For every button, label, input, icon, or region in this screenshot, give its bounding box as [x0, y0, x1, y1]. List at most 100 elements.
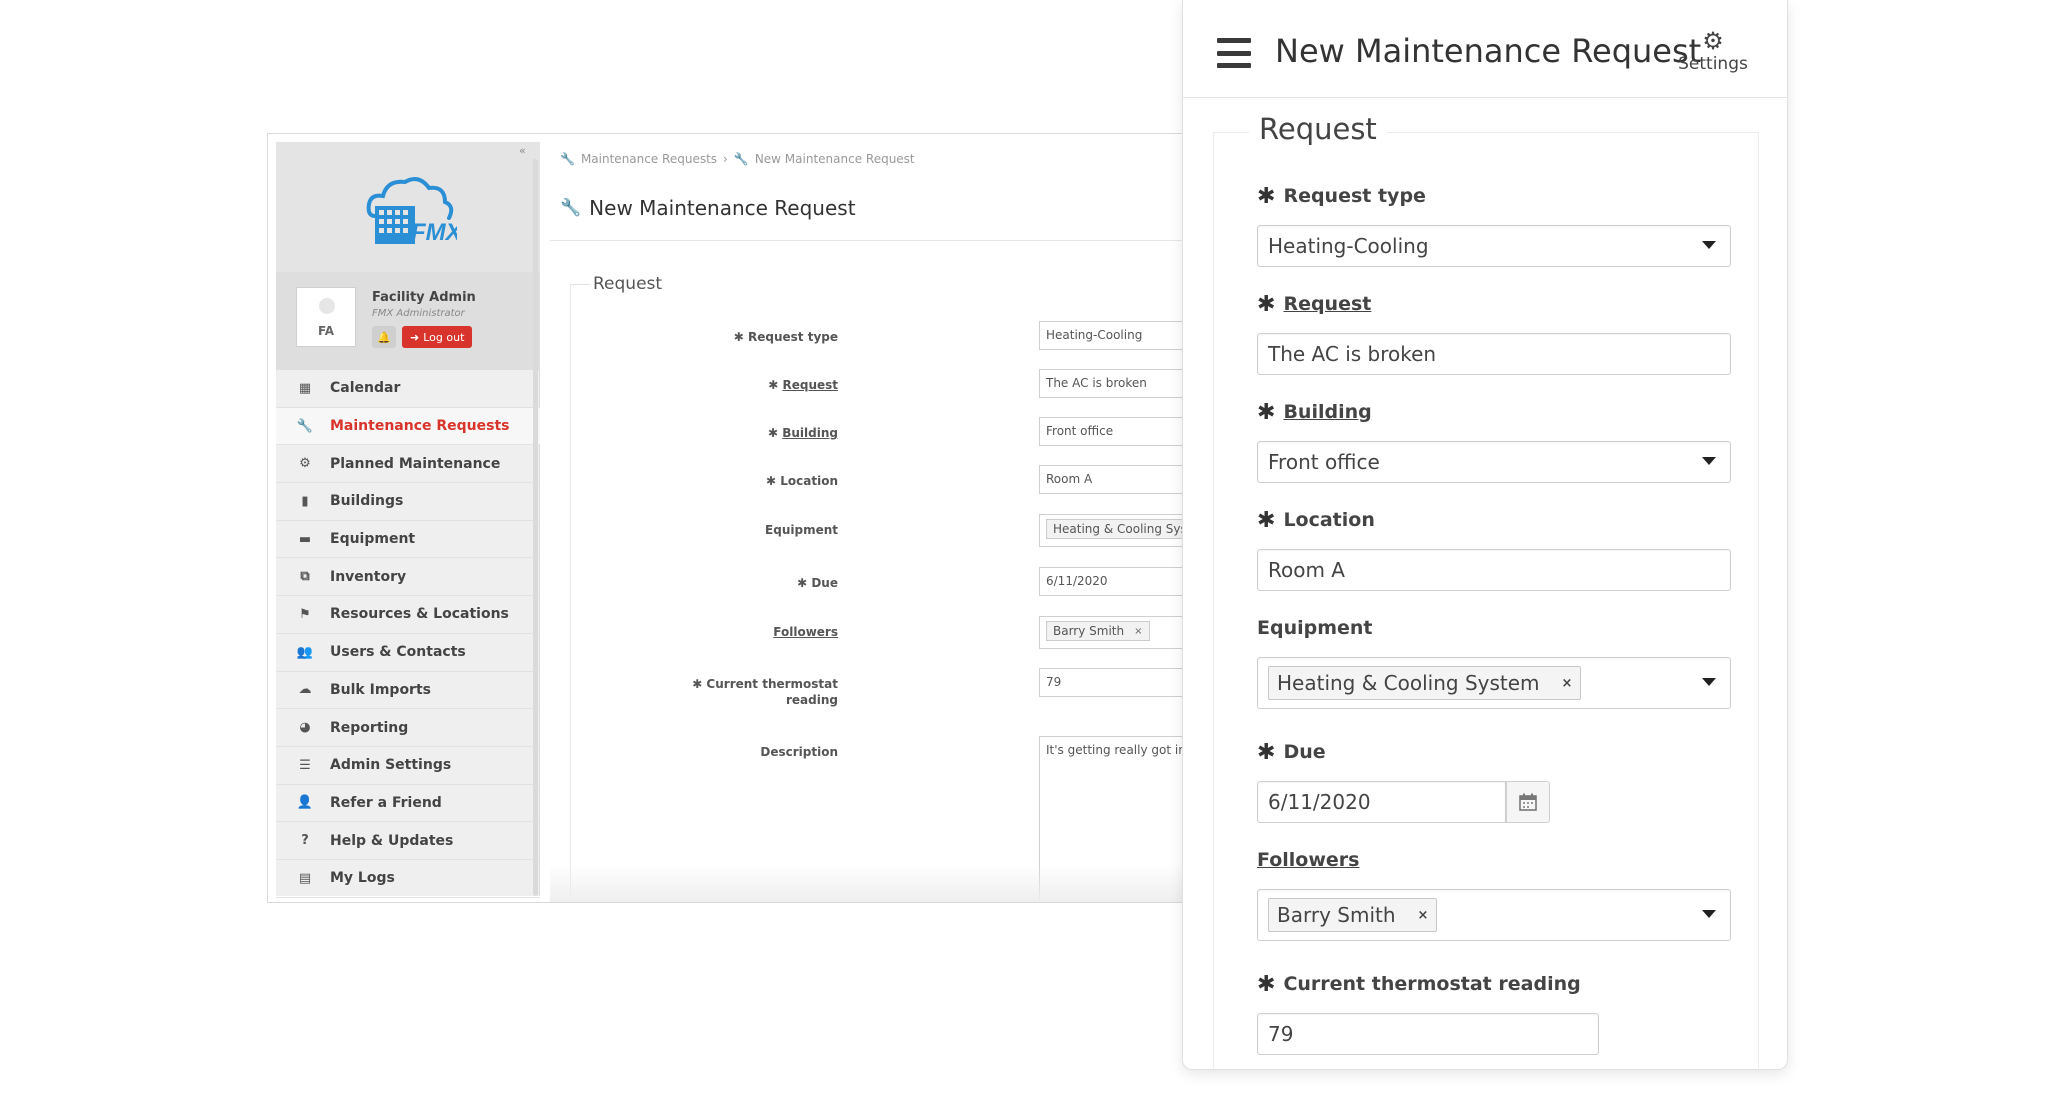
wrench-icon: 🔧 [733, 152, 749, 166]
sidebar-item-label: My Logs [330, 870, 395, 887]
request-input[interactable]: The AC is broken [1257, 333, 1731, 375]
select-value: Heating-Cooling [1268, 234, 1429, 258]
sidebar-item-bulk-imports[interactable]: ☁ Bulk Imports [276, 672, 540, 710]
desktop-app-window: FMX FA Facility Admin FMX Administrator … [267, 133, 1267, 903]
sidebar-item-label: Planned Maintenance [330, 455, 501, 472]
sidebar-item-admin-settings[interactable]: ☰ Admin Settings [276, 747, 540, 785]
sidebar: FMX FA Facility Admin FMX Administrator … [276, 142, 540, 898]
request-type-select[interactable]: Heating-Cooling [1257, 225, 1731, 267]
sidebar-item-label: Users & Contacts [330, 644, 466, 661]
logout-button[interactable]: ➜ Log out [402, 326, 473, 348]
sidebar-item-my-logs[interactable]: ▤ My Logs [276, 860, 540, 898]
bell-icon: 🔔 [377, 330, 391, 344]
book-icon: ▤ [298, 870, 312, 886]
mobile-header: New Maintenance Request ⚙ Settings [1183, 0, 1787, 98]
input-value: The AC is broken [1268, 342, 1437, 366]
follower-chip: Barry Smith × [1268, 898, 1438, 932]
sidebar-item-buildings[interactable]: ▮ Buildings [276, 483, 540, 521]
sidebar-item-label: Resources & Locations [330, 606, 509, 623]
user-profile: FA Facility Admin FMX Administrator 🔔 ➜ … [276, 272, 540, 370]
notifications-button[interactable]: 🔔 [372, 326, 396, 348]
wrench-icon: 🔧 [560, 198, 582, 218]
gear-icon: ⚙ [1702, 27, 1724, 55]
logo-text: FMX [411, 219, 457, 246]
request-type-field: ✱ Request type Heating-Cooling [1257, 183, 1731, 267]
input-value: Room A [1268, 558, 1345, 582]
sidebar-scrollbar[interactable] [533, 159, 538, 896]
sidebar-item-maintenance-requests[interactable]: 🔧 Maintenance Requests [276, 407, 540, 446]
page-title: 🔧 New Maintenance Request [560, 196, 856, 220]
thermostat-field: ✱ Current thermostat reading 79 [1257, 971, 1731, 1055]
calendar-button[interactable] [1506, 781, 1550, 823]
remove-chip-icon[interactable]: × [1562, 676, 1573, 691]
sidebar-item-equipment[interactable]: ▬ Equipment [276, 521, 540, 559]
settings-button[interactable]: ⚙ Settings [1673, 28, 1753, 74]
remove-chip-icon[interactable]: × [1134, 626, 1142, 637]
sidebar-item-planned-maintenance[interactable]: ⚙ Planned Maintenance [276, 445, 540, 484]
field-label: ✱ Location [766, 474, 838, 488]
sidebar-item-label: Admin Settings [330, 757, 452, 774]
fmx-logo[interactable]: FMX [361, 172, 457, 250]
field-label: ✱ Request type [1257, 183, 1426, 209]
wrench-icon: 🔧 [560, 152, 575, 166]
sliders-icon: ☰ [299, 757, 311, 773]
follower-chip: Barry Smith × [1046, 621, 1150, 641]
followers-field: Followers Barry Smith × [1257, 847, 1731, 941]
breadcrumb: 🔧 Maintenance Requests › 🔧 New Maintenan… [560, 152, 915, 166]
briefcase-icon: ▬ [298, 531, 312, 547]
users-icon: 👥 [296, 644, 314, 660]
bottom-fade [550, 864, 1266, 902]
sidebar-item-refer-a-friend[interactable]: 👤 Refer a Friend [276, 785, 540, 823]
select-value: Front office [1268, 450, 1380, 474]
chip-label: Heating & Cooling System [1277, 671, 1540, 695]
field-label: ✱ Request [1257, 291, 1372, 317]
field-label: ✱ Due [1257, 739, 1326, 765]
caret-down-icon [1702, 457, 1716, 465]
wrench-icon: 🔧 [296, 418, 314, 434]
caret-down-icon [1702, 910, 1716, 918]
sidebar-item-reporting[interactable]: ◕ Reporting [276, 709, 540, 747]
remove-chip-icon[interactable]: × [1418, 908, 1429, 923]
sidebar-item-label: Bulk Imports [330, 681, 431, 698]
sidebar-item-resources-locations[interactable]: ⚑ Resources & Locations [276, 596, 540, 634]
avatar[interactable]: FA [296, 287, 356, 347]
due-date-input[interactable]: 6/11/2020 [1257, 781, 1550, 823]
sidebar-item-label: Buildings [330, 493, 404, 510]
sidebar-item-label: Reporting [330, 719, 409, 736]
fieldset-border [570, 284, 571, 902]
sidebar-item-calendar[interactable]: ▦ Calendar [276, 370, 540, 408]
sidebar-item-users-contacts[interactable]: 👥 Users & Contacts [276, 634, 540, 672]
settings-label: Settings [1678, 54, 1748, 74]
hamburger-menu-icon[interactable] [1217, 38, 1251, 68]
divider [550, 240, 1266, 241]
collapse-sidebar-icon[interactable]: « [519, 144, 526, 157]
sidebar-item-label: Help & Updates [330, 832, 454, 849]
calendar-icon: ▦ [298, 380, 312, 396]
location-input[interactable]: Room A [1257, 549, 1731, 591]
fieldset-border [570, 284, 590, 285]
building-field: ✱ Building Front office [1257, 399, 1731, 483]
field-label: Description [760, 745, 838, 759]
section-title: Request [593, 274, 663, 294]
building-select[interactable]: Front office [1257, 441, 1731, 483]
field-label: Equipment [765, 523, 838, 537]
main-content: 🔧 Maintenance Requests › 🔧 New Maintenan… [550, 134, 1266, 902]
field-label: Followers [773, 625, 838, 639]
sidebar-item-label: Calendar [330, 380, 401, 397]
field-label: ✱ Current thermostat reading [692, 677, 838, 707]
followers-select[interactable]: Barry Smith × [1257, 889, 1731, 941]
equipment-select[interactable]: Heating & Cooling System × [1257, 657, 1731, 709]
thermostat-input[interactable]: 79 [1257, 1013, 1599, 1055]
sidebar-item-inventory[interactable]: ⧉ Inventory [276, 558, 540, 597]
field-label: ✱ Request type [733, 330, 838, 344]
chip-label: Barry Smith [1277, 903, 1396, 927]
sidebar-item-label: Inventory [330, 568, 407, 585]
calendar-icon [1519, 793, 1537, 811]
sidebar-item-label: Equipment [330, 531, 416, 548]
mobile-panel: New Maintenance Request ⚙ Settings Reque… [1182, 0, 1788, 1070]
breadcrumb-link[interactable]: Maintenance Requests [581, 152, 717, 166]
logo-area: FMX [276, 142, 540, 272]
section-title: Request [1249, 112, 1387, 146]
field-label: ✱ Current thermostat reading [1257, 971, 1581, 997]
sidebar-item-help-updates[interactable]: ? Help & Updates [276, 822, 540, 860]
